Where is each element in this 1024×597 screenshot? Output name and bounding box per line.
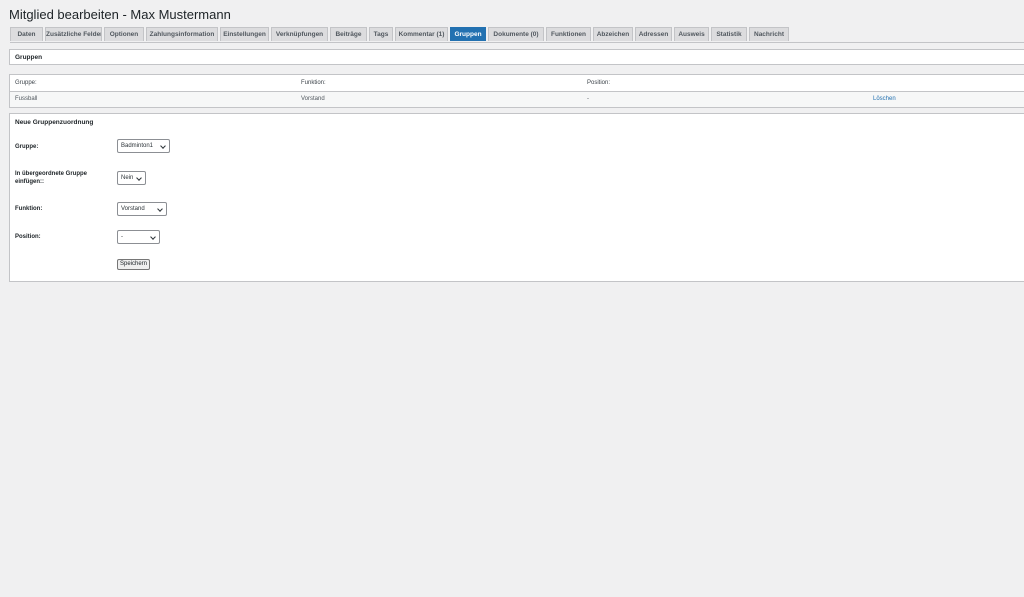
column-header-gruppe: Gruppe: xyxy=(15,80,37,86)
chevron-down-icon xyxy=(136,175,142,181)
tab-einstellungen[interactable]: Einstellungen xyxy=(220,27,269,41)
gruppe-select[interactable]: Badminton1 xyxy=(117,139,170,153)
tab-zusaetzliche-felder[interactable]: Zusätzliche Felder xyxy=(45,27,102,41)
parent-group-select[interactable]: Nein xyxy=(117,171,146,185)
tab-funktionen[interactable]: Funktionen xyxy=(546,27,591,41)
parent-group-label: In übergeordnete Gruppe einfügen:: xyxy=(15,170,87,186)
save-button[interactable]: Speichern xyxy=(117,259,150,270)
parent-group-select-value: Nein xyxy=(121,175,134,181)
position-select[interactable]: - xyxy=(117,230,160,244)
tab-tags[interactable]: Tags xyxy=(369,27,393,41)
tab-zahlungsinformation[interactable]: Zahlungsinformation xyxy=(146,27,218,41)
chevron-down-icon xyxy=(160,143,166,149)
page-title: Mitglied bearbeiten - Max Mustermann xyxy=(9,7,231,22)
chevron-down-icon xyxy=(150,234,156,240)
column-header-position: Position: xyxy=(587,80,611,86)
position-select-value: - xyxy=(121,234,123,240)
groups-table: Gruppe: Funktion: Position: Fussball Vor… xyxy=(9,74,1024,108)
parent-group-label-line1: In übergeordnete Gruppe xyxy=(15,171,88,177)
tab-dokumente[interactable]: Dokumente (0) xyxy=(488,27,544,41)
funktion-label: Funktion: xyxy=(15,206,43,212)
cell-gruppe: Fussball xyxy=(15,96,38,102)
tab-nachricht[interactable]: Nachricht xyxy=(749,27,789,41)
tab-optionen[interactable]: Optionen xyxy=(104,27,144,41)
new-group-assignment-form: Neue Gruppenzuordnung Gruppe: Badminton1… xyxy=(9,113,1024,282)
tab-kommentar[interactable]: Kommentar (1) xyxy=(395,27,448,41)
tab-abzeichen[interactable]: Abzeichen xyxy=(593,27,633,41)
parent-group-label-line2: einfügen:: xyxy=(15,179,44,185)
app-window: Mitglied bearbeiten - Max Mustermann Dat… xyxy=(0,0,1024,597)
groups-section: Gruppen xyxy=(9,49,1024,65)
gruppe-label: Gruppe: xyxy=(15,144,39,150)
new-assignment-title: Neue Gruppenzuordnung xyxy=(15,119,94,126)
chevron-down-icon xyxy=(157,206,163,212)
tab-bar: Daten Zusätzliche Felder Optionen Zahlun… xyxy=(10,27,1024,43)
tab-gruppen[interactable]: Gruppen xyxy=(450,27,486,41)
tab-statistik[interactable]: Statistik xyxy=(711,27,747,41)
table-row xyxy=(10,92,1024,107)
tab-daten[interactable]: Daten xyxy=(10,27,43,41)
funktion-select[interactable]: Vorstand xyxy=(117,202,167,216)
groups-section-title: Gruppen xyxy=(15,54,43,61)
cell-funktion: Vorstand xyxy=(301,96,325,102)
tab-adressen[interactable]: Adressen xyxy=(635,27,672,41)
gruppe-select-value: Badminton1 xyxy=(121,143,154,149)
tab-beitraege[interactable]: Beiträge xyxy=(330,27,367,41)
tab-ausweis[interactable]: Ausweis xyxy=(674,27,709,41)
delete-link[interactable]: Löschen xyxy=(873,96,896,102)
column-header-funktion: Funktion: xyxy=(301,80,326,86)
cell-position: - xyxy=(587,96,589,102)
funktion-select-value: Vorstand xyxy=(121,206,145,212)
position-label: Position: xyxy=(15,234,41,240)
tab-verknuepfungen[interactable]: Verknüpfungen xyxy=(271,27,328,41)
